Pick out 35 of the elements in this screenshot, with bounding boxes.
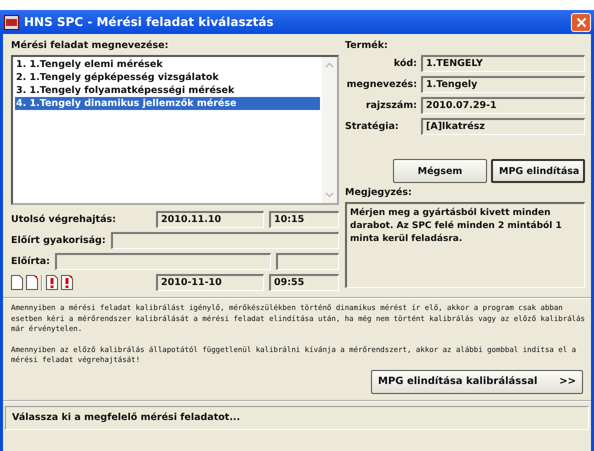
start-button[interactable]: MPG elindítása [491,159,585,183]
list-item[interactable]: 1. 1.Tengely elemi mérések [15,58,320,71]
product-field: 1.Tengely [421,76,585,93]
alert-document-icon[interactable] [61,275,73,290]
notes-label: Megjegyzés: [345,187,413,198]
field-label: Előírta: [11,256,50,267]
field-label: Utolsó végrehajtás: [11,214,117,225]
product-field: 1.TENGELY [421,55,585,72]
notes-text: Mérjen meg a gyártásból kivett minden darabot. Az SPC felé minden 2 mintából 1 minta kerül feladásra. [345,202,585,288]
alert-document-icon[interactable] [46,275,58,290]
date-field: 2010.11.10 [156,211,264,228]
field-label: kód: [392,58,417,69]
window-title: HNS SPC - Mérési feladat kiválasztás [24,15,275,29]
app-icon [4,14,19,30]
list-item[interactable]: 4. 1.Tengely dinamikus jellemzők mérése [15,97,320,110]
list-label: Mérési feladat megnevezése: [11,40,170,51]
time-field: 09:55 [269,274,339,291]
list-item[interactable]: 3. 1.Tengely folyamatképességi mérések [15,84,320,97]
field-label: rajzszám: [364,100,417,111]
product-field: 2010.07.29-1 [421,97,585,114]
close-button[interactable] [571,12,591,32]
status-text: Válassza ki a megfelelő mérési feladatot... [12,412,240,423]
document-icon[interactable] [11,275,23,290]
section-label: Termék: [345,40,389,51]
product-field: [A]lkatrész [421,118,585,135]
calibrate-button[interactable]: MPG elindítása kalibrálással >> [371,370,583,394]
field-label: megnevezés: [346,79,417,90]
time-field: 10:15 [269,211,339,228]
cancel-button[interactable]: Mégsem [393,159,487,183]
field-label: Előírt gyakoriság: [11,235,106,246]
close-icon [576,16,586,28]
document-icon[interactable] [26,275,38,290]
field-label: Stratégia: [345,121,400,132]
date-field: 2010-11-10 [156,274,264,291]
list-item[interactable]: 2. 1.Tengely gépképesség vizsgálatok [15,71,320,84]
